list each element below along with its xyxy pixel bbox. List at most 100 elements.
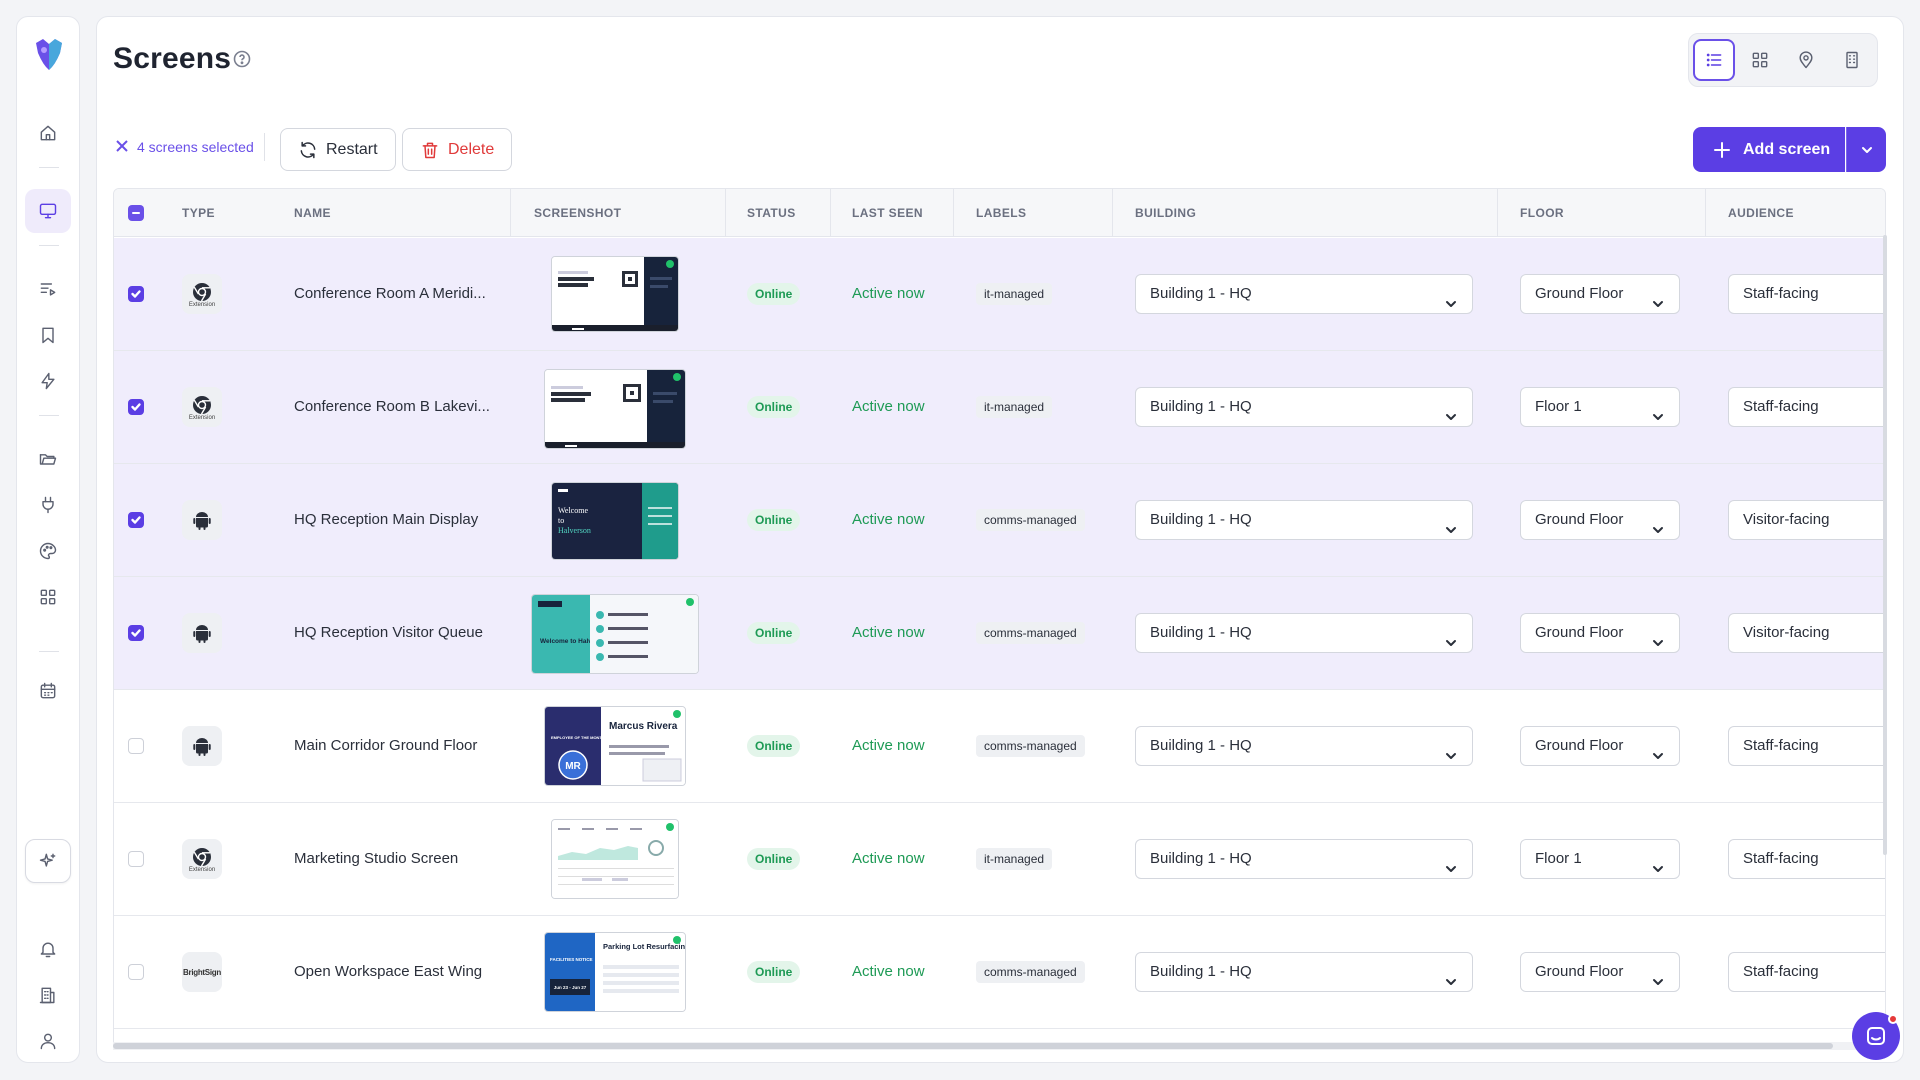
audience-select[interactable]: Staff-facing — [1728, 274, 1885, 314]
chevron-down-icon — [1444, 401, 1458, 420]
screenshot-thumbnail[interactable]: EMPLOYEE OF THE MONTH MR Marcus Rivera — [544, 706, 686, 786]
label-chip[interactable]: comms-managed — [976, 735, 1085, 757]
row-checkbox[interactable] — [128, 625, 144, 641]
label-chip[interactable]: it-managed — [976, 396, 1053, 418]
table-row[interactable]: HQ Reception Main Display Welcome to Hal… — [114, 464, 1885, 577]
floor-select[interactable]: Ground Floor — [1520, 613, 1680, 653]
table-row[interactable]: HQ Reception Visitor Queue Welcome to Ha… — [114, 577, 1885, 690]
sidebar-item-integrations[interactable] — [25, 483, 71, 527]
screen-name[interactable]: Marketing Studio Screen — [294, 850, 458, 867]
row-checkbox[interactable] — [128, 738, 144, 754]
facilities-thumbnail: FACILITIES NOTICE Jun 23 - Jun 27 Parkin… — [545, 933, 685, 1011]
sidebar-item-profile[interactable] — [25, 1019, 71, 1063]
row-checkbox[interactable] — [128, 512, 144, 528]
floor-select[interactable]: Ground Floor — [1520, 500, 1680, 540]
floor-select[interactable]: Ground Floor — [1520, 726, 1680, 766]
vertical-scrollbar[interactable] — [1883, 235, 1887, 855]
sidebar-item-automations[interactable] — [25, 359, 71, 403]
label-chip[interactable]: comms-managed — [976, 622, 1085, 644]
floor-select[interactable]: Ground Floor — [1520, 952, 1680, 992]
add-screen-button[interactable]: Add screen — [1693, 127, 1845, 172]
label-chip[interactable]: it-managed — [976, 283, 1053, 305]
floor-value: Ground Floor — [1535, 285, 1624, 302]
horizontal-scrollbar[interactable] — [113, 1042, 1886, 1050]
building-value: Building 1 - HQ — [1150, 398, 1252, 415]
map-view-button[interactable] — [1785, 39, 1827, 81]
screenshot-thumbnail[interactable] — [551, 819, 679, 899]
column-building[interactable]: BUILDING — [1135, 206, 1196, 220]
audience-select[interactable]: Visitor-facing — [1728, 613, 1885, 653]
sidebar-item-notifications[interactable] — [25, 927, 71, 971]
audience-select[interactable]: Staff-facing — [1728, 387, 1885, 427]
sidebar-item-playlists[interactable] — [25, 267, 71, 311]
android-icon — [193, 512, 211, 530]
sidebar-item-home[interactable] — [25, 111, 71, 155]
screenshot-thumbnail[interactable]: FACILITIES NOTICE Jun 23 - Jun 27 Parkin… — [544, 932, 686, 1012]
table-row[interactable]: Main Corridor Ground Floor EMPLOYEE OF T… — [114, 690, 1885, 803]
column-floor[interactable]: FLOOR — [1520, 206, 1564, 220]
audience-select[interactable]: Staff-facing — [1728, 726, 1885, 766]
table-row[interactable]: Extension Marketing Studio Screen Online… — [114, 803, 1885, 916]
table-row[interactable]: BrightSign Open Workspace East Wing FACI… — [114, 916, 1885, 1029]
row-checkbox[interactable] — [128, 399, 144, 415]
sidebar-item-screens[interactable] — [25, 189, 71, 233]
floor-select[interactable]: Floor 1 — [1520, 387, 1680, 427]
column-status[interactable]: STATUS — [747, 206, 796, 220]
add-screen-dropdown-button[interactable] — [1846, 127, 1886, 172]
sidebar-item-saved[interactable] — [25, 313, 71, 357]
brand-logo[interactable] — [33, 37, 65, 73]
sidebar-item-organization[interactable] — [25, 973, 71, 1017]
sidebar-item-apps[interactable] — [25, 575, 71, 619]
building-select[interactable]: Building 1 - HQ — [1135, 274, 1473, 314]
row-checkbox[interactable] — [128, 964, 144, 980]
building-select[interactable]: Building 1 - HQ — [1135, 613, 1473, 653]
list-view-button[interactable] — [1693, 39, 1735, 81]
restart-button[interactable]: Restart — [280, 128, 396, 171]
building-select[interactable]: Building 1 - HQ — [1135, 726, 1473, 766]
table-row[interactable]: Extension Conference Room A Meridi... On… — [114, 238, 1885, 351]
column-name[interactable]: NAME — [294, 206, 331, 220]
screenshot-thumbnail[interactable] — [551, 256, 679, 332]
sidebar-item-themes[interactable] — [25, 529, 71, 573]
column-labels[interactable]: LABELS — [976, 206, 1026, 220]
table-row[interactable]: Extension Conference Room B Lakevi... On… — [114, 351, 1885, 464]
check-icon — [131, 290, 141, 298]
audience-select[interactable]: Visitor-facing — [1728, 500, 1885, 540]
sidebar-item-content[interactable] — [25, 437, 71, 481]
screenshot-thumbnail[interactable]: Welcome to Halverson & Co. — [531, 594, 699, 674]
building-select[interactable]: Building 1 - HQ — [1135, 500, 1473, 540]
screenshot-thumbnail[interactable] — [544, 369, 686, 449]
audience-select[interactable]: Staff-facing — [1728, 839, 1885, 879]
sidebar-item-schedule[interactable] — [25, 669, 71, 713]
building-select[interactable]: Building 1 - HQ — [1135, 839, 1473, 879]
screen-name[interactable]: HQ Reception Main Display — [294, 511, 478, 528]
column-audience[interactable]: AUDIENCE — [1728, 206, 1794, 220]
screen-name[interactable]: Conference Room A Meridi... — [294, 285, 486, 302]
column-last-seen[interactable]: LAST SEEN — [852, 206, 923, 220]
building-view-button[interactable] — [1831, 39, 1873, 81]
support-chat-button[interactable] — [1852, 1012, 1900, 1060]
screen-name[interactable]: Open Workspace East Wing — [294, 963, 482, 980]
online-dot — [666, 823, 674, 831]
row-checkbox[interactable] — [128, 286, 144, 302]
building-select[interactable]: Building 1 - HQ — [1135, 952, 1473, 992]
column-type[interactable]: TYPE — [182, 206, 215, 220]
clear-selection-icon[interactable] — [115, 139, 129, 153]
delete-button[interactable]: Delete — [402, 128, 513, 171]
screenshot-thumbnail[interactable]: Welcome to Halverson — [551, 482, 679, 560]
grid-view-button[interactable] — [1739, 39, 1781, 81]
label-chip[interactable]: it-managed — [976, 848, 1053, 870]
screen-name[interactable]: Main Corridor Ground Floor — [294, 737, 477, 754]
building-select[interactable]: Building 1 - HQ — [1135, 387, 1473, 427]
floor-select[interactable]: Ground Floor — [1520, 274, 1680, 314]
sidebar-item-ai-assistant[interactable] — [25, 839, 71, 883]
floor-select[interactable]: Floor 1 — [1520, 839, 1680, 879]
question-circle-icon[interactable] — [233, 50, 251, 68]
select-all-checkbox[interactable] — [128, 205, 144, 221]
audience-select[interactable]: Staff-facing — [1728, 952, 1885, 992]
label-chip[interactable]: comms-managed — [976, 509, 1085, 531]
screen-name[interactable]: HQ Reception Visitor Queue — [294, 624, 483, 641]
screen-name[interactable]: Conference Room B Lakevi... — [294, 398, 490, 415]
label-chip[interactable]: comms-managed — [976, 961, 1085, 983]
row-checkbox[interactable] — [128, 851, 144, 867]
